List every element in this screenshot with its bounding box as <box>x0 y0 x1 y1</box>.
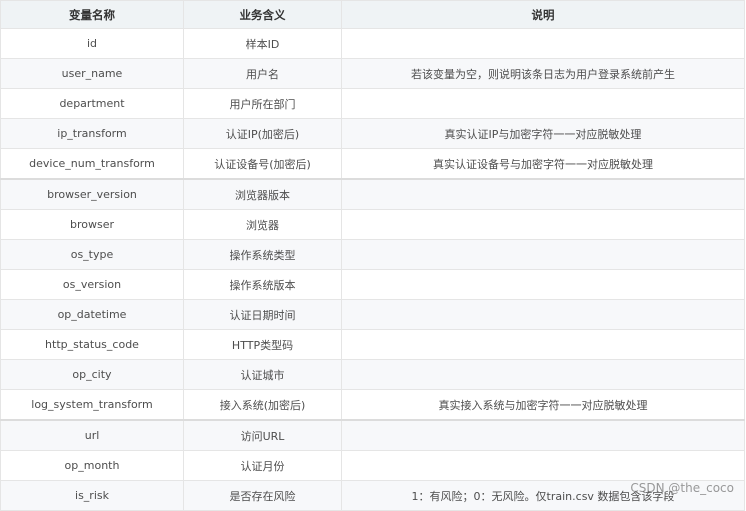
cell-description: 真实认证IP与加密字符一一对应脱敏处理 <box>341 118 745 149</box>
cell-description <box>341 88 745 119</box>
cell-business-meaning: 认证月份 <box>183 450 342 481</box>
cell-business-meaning: 浏览器 <box>183 209 342 240</box>
cell-business-meaning: 样本ID <box>183 28 342 59</box>
cell-description <box>341 419 745 451</box>
cell-business-meaning: 认证IP(加密后) <box>183 118 342 149</box>
table-row: department 用户所在部门 <box>0 88 745 119</box>
cell-business-meaning: 浏览器版本 <box>183 178 342 210</box>
cell-description <box>341 269 745 300</box>
cell-variable-name: browser <box>0 209 184 240</box>
cell-business-meaning: 认证城市 <box>183 359 342 390</box>
cell-description: 若该变量为空，则说明该条日志为用户登录系统前产生 <box>341 58 745 89</box>
table-row: log_system_transform 接入系统(加密后) 真实接入系统与加密… <box>0 389 745 421</box>
cell-description <box>341 28 745 59</box>
cell-description <box>341 450 745 481</box>
cell-variable-name: op_city <box>0 359 184 390</box>
cell-description <box>341 178 745 210</box>
header-business-meaning: 业务含义 <box>183 0 342 29</box>
cell-business-meaning: 访问URL <box>183 419 342 451</box>
table-row: op_datetime 认证日期时间 <box>0 299 745 330</box>
cell-variable-name: op_month <box>0 450 184 481</box>
cell-variable-name: url <box>0 419 184 451</box>
cell-variable-name: is_risk <box>0 480 184 511</box>
cell-description <box>341 209 745 240</box>
variable-table: 变量名称 业务含义 说明 id 样本ID user_name 用户名 若该变量为… <box>0 0 745 511</box>
table-row: op_month 认证月份 <box>0 450 745 481</box>
cell-variable-name: id <box>0 28 184 59</box>
table-row: browser 浏览器 <box>0 209 745 240</box>
cell-description <box>341 359 745 390</box>
cell-business-meaning: 操作系统类型 <box>183 239 342 270</box>
table-row: is_risk 是否存在风险 1：有风险；0：无风险。仅train.csv 数据… <box>0 480 745 511</box>
cell-description <box>341 329 745 360</box>
cell-business-meaning: 认证日期时间 <box>183 299 342 330</box>
cell-business-meaning: 认证设备号(加密后) <box>183 148 342 180</box>
cell-variable-name: os_type <box>0 239 184 270</box>
table-row: http_status_code HTTP类型码 <box>0 329 745 360</box>
table-header-row: 变量名称 业务含义 说明 <box>0 0 745 29</box>
cell-variable-name: ip_transform <box>0 118 184 149</box>
cell-description <box>341 239 745 270</box>
table-row: os_version 操作系统版本 <box>0 269 745 300</box>
cell-variable-name: browser_version <box>0 178 184 210</box>
header-variable-name: 变量名称 <box>0 0 184 29</box>
table-row: url 访问URL <box>0 419 745 451</box>
cell-variable-name: department <box>0 88 184 119</box>
table-row: device_num_transform 认证设备号(加密后) 真实认证设备号与… <box>0 148 745 180</box>
table-row: op_city 认证城市 <box>0 359 745 390</box>
cell-variable-name: device_num_transform <box>0 148 184 180</box>
table-row: browser_version 浏览器版本 <box>0 178 745 210</box>
cell-business-meaning: 操作系统版本 <box>183 269 342 300</box>
cell-description <box>341 299 745 330</box>
cell-variable-name: os_version <box>0 269 184 300</box>
table-row: os_type 操作系统类型 <box>0 239 745 270</box>
cell-variable-name: log_system_transform <box>0 389 184 421</box>
cell-description: 1：有风险；0：无风险。仅train.csv 数据包含该字段 <box>341 480 745 511</box>
table-row: ip_transform 认证IP(加密后) 真实认证IP与加密字符一一对应脱敏… <box>0 118 745 149</box>
cell-business-meaning: 接入系统(加密后) <box>183 389 342 421</box>
cell-variable-name: op_datetime <box>0 299 184 330</box>
cell-description: 真实接入系统与加密字符一一对应脱敏处理 <box>341 389 745 421</box>
cell-business-meaning: 是否存在风险 <box>183 480 342 511</box>
cell-variable-name: user_name <box>0 58 184 89</box>
cell-business-meaning: HTTP类型码 <box>183 329 342 360</box>
cell-description: 真实认证设备号与加密字符一一对应脱敏处理 <box>341 148 745 180</box>
cell-variable-name: http_status_code <box>0 329 184 360</box>
table-row: user_name 用户名 若该变量为空，则说明该条日志为用户登录系统前产生 <box>0 58 745 89</box>
cell-business-meaning: 用户所在部门 <box>183 88 342 119</box>
header-description: 说明 <box>341 0 745 29</box>
cell-business-meaning: 用户名 <box>183 58 342 89</box>
table-row: id 样本ID <box>0 28 745 59</box>
